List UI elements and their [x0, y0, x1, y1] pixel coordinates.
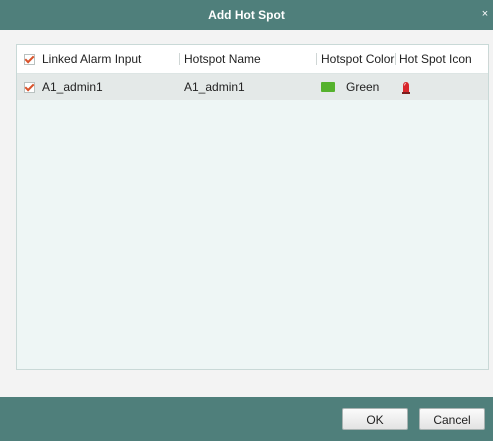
select-all-checkbox[interactable] — [24, 53, 35, 65]
hotspot-color-select[interactable]: Green — [321, 74, 379, 100]
column-divider[interactable] — [395, 53, 396, 65]
add-hot-spot-dialog: Add Hot Spot × Linked Alarm Input Hotspo… — [0, 0, 493, 441]
alarm-light-icon — [402, 81, 410, 94]
table-header: Linked Alarm Input Hotspot Name Hotspot … — [17, 45, 489, 74]
column-divider[interactable] — [179, 53, 180, 65]
column-header-linked-alarm-input: Linked Alarm Input — [42, 52, 142, 66]
header-select-cell: Linked Alarm Input — [24, 45, 141, 73]
linked-alarm-input-value: A1_admin1 — [42, 80, 103, 94]
hot-spot-icon-cell[interactable] — [401, 74, 411, 100]
dialog-title: Add Hot Spot — [208, 8, 285, 22]
row-select-cell: A1_admin1 — [24, 74, 103, 100]
ok-button[interactable]: OK — [342, 408, 408, 430]
close-icon[interactable]: × — [478, 7, 492, 21]
table-row[interactable]: A1_admin1 A1_admin1 Green — [17, 74, 488, 100]
column-header-hotspot-color: Hotspot Color — [321, 52, 395, 66]
column-header-hotspot-name: Hotspot Name — [184, 52, 261, 66]
dialog-footer: OK Cancel — [0, 397, 493, 441]
hotspot-color-value: Green — [346, 80, 380, 94]
hotspot-table: Linked Alarm Input Hotspot Name Hotspot … — [16, 44, 489, 370]
dialog-titlebar: Add Hot Spot × — [0, 0, 493, 30]
color-swatch — [321, 82, 335, 92]
hotspot-name-value[interactable]: A1_admin1 — [184, 74, 245, 100]
column-header-hot-spot-icon: Hot Spot Icon — [399, 52, 472, 66]
row-checkbox[interactable] — [24, 81, 35, 93]
column-divider[interactable] — [488, 53, 489, 65]
column-divider[interactable] — [316, 53, 317, 65]
cancel-button[interactable]: Cancel — [419, 408, 485, 430]
